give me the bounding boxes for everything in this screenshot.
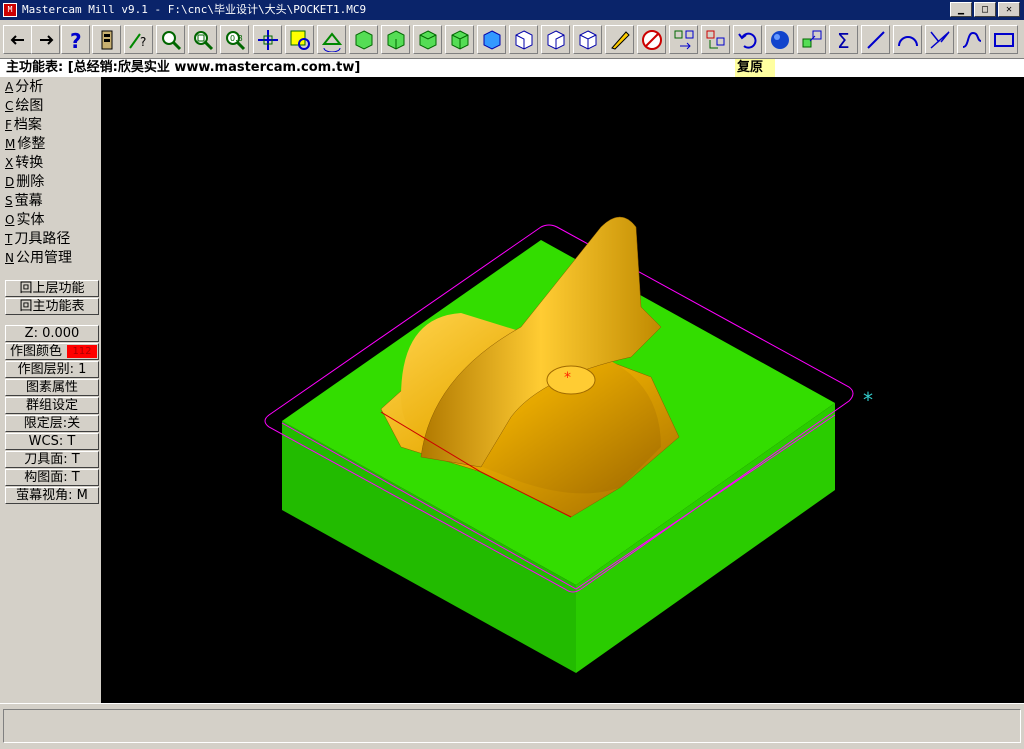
arc-icon[interactable] [893, 25, 922, 54]
no-draw-icon[interactable] [637, 25, 666, 54]
minimize-icon[interactable]: ▁ [950, 2, 972, 17]
forward-arrow-icon[interactable] [31, 25, 60, 54]
rotate-icon[interactable] [317, 25, 346, 54]
menu-item-toolpaths[interactable]: T 刀具路径 [5, 230, 70, 249]
gview-button[interactable]: 萤幕视角: M [5, 487, 99, 504]
view-iso-2-icon[interactable] [381, 25, 410, 54]
group-button[interactable]: 群组设定 [5, 397, 99, 414]
svg-text:?: ? [140, 35, 146, 49]
left-menu-panel: A 分析 C 绘图 F 档案 M 修整 X 转换 D 删除 S 萤幕 O 实体 T 刀具路径 N公… [0, 77, 102, 703]
spline-icon[interactable] [957, 25, 986, 54]
view-top-icon[interactable] [477, 25, 506, 54]
cplane-button[interactable]: 构图面: T [5, 469, 99, 486]
wcs-button[interactable]: WCS: T [5, 433, 99, 450]
back-arrow-icon[interactable] [3, 25, 32, 54]
app-icon: M [3, 3, 17, 17]
sphere-shade-icon[interactable] [765, 25, 794, 54]
zoom-fit-icon[interactable]: 0.8 [220, 25, 249, 54]
translate-icon[interactable] [701, 25, 730, 54]
view-iso-3-icon[interactable] [413, 25, 442, 54]
cyan-marker: * [863, 388, 873, 412]
svg-text:?: ? [70, 29, 82, 52]
menu-item-create[interactable]: C 绘图 [5, 97, 43, 116]
view-side-icon[interactable] [541, 25, 570, 54]
pan-icon[interactable] [253, 25, 282, 54]
sum-icon[interactable]: Σ [829, 25, 858, 54]
maximize-icon[interactable]: □ [974, 2, 996, 17]
mask-button[interactable]: 限定层:关 [5, 415, 99, 432]
eraser-icon[interactable] [605, 25, 634, 54]
analyze-query-icon[interactable]: ? [124, 25, 153, 54]
level-button[interactable]: 作图层别: 1 [5, 361, 99, 378]
title-bar: M Mastercam Mill v9.1 - F:\cnc\毕业设计\大头\P… [0, 0, 1024, 20]
menu-item-nc-utils[interactable]: N 公用管理 [5, 249, 72, 268]
model-view: * * [264, 216, 873, 673]
menu-item-solids[interactable]: O 实体 [5, 211, 44, 230]
back-menu-button[interactable]: 回上层功能 [5, 280, 99, 297]
color-swatch: 112 [67, 345, 97, 358]
close-icon[interactable]: ✕ [998, 2, 1020, 17]
line-icon[interactable] [861, 25, 890, 54]
attributes-button[interactable]: 图素属性 [5, 379, 99, 396]
zoom-unzoom-icon[interactable] [188, 25, 217, 54]
select-window-icon[interactable] [285, 25, 314, 54]
graphics-viewport[interactable]: * * [101, 77, 1024, 703]
memory-icon[interactable] [92, 25, 121, 54]
status-bar [0, 703, 1024, 749]
part-boss [546, 365, 596, 395]
view-iso-4-icon[interactable] [445, 25, 474, 54]
main-menu-button[interactable]: 回主功能表 [5, 298, 99, 315]
view-iso-1-icon[interactable] [349, 25, 378, 54]
origin-marker: * [564, 370, 571, 386]
window-controls: ▁ □ ✕ [950, 2, 1020, 17]
restore-button[interactable]: 复原 [735, 59, 775, 77]
undo-icon[interactable] [733, 25, 762, 54]
rectangle-icon[interactable] [989, 25, 1018, 54]
help-icon[interactable]: ? [61, 25, 90, 54]
view-front-icon[interactable] [509, 25, 538, 54]
main-menu-header: 主功能表: [总经销:欣昊实业 www.mastercam.com.tw] 复原 [0, 59, 1024, 78]
svg-text:0.8: 0.8 [230, 34, 243, 43]
menu-item-file[interactable]: F 档案 [5, 116, 42, 135]
zoom-window-icon[interactable] [156, 25, 185, 54]
main-menu-title: 主功能表: [总经销:欣昊实业 www.mastercam.com.tw] [6, 60, 361, 75]
move-icon[interactable] [669, 25, 698, 54]
color-button[interactable]: 作图颜色 112 [5, 343, 99, 360]
layer-icon[interactable] [797, 25, 826, 54]
window-title: Mastercam Mill v9.1 - F:\cnc\毕业设计\大头\POC… [22, 3, 367, 16]
menu-item-screen[interactable]: S 萤幕 [5, 192, 43, 211]
menu-item-delete[interactable]: D 删除 [5, 173, 44, 192]
z-depth-button[interactable]: Z: 0.000 [5, 325, 99, 342]
tplane-button[interactable]: 刀具面: T [5, 451, 99, 468]
menu-item-modify[interactable]: M 修整 [5, 135, 45, 154]
menu-item-xform[interactable]: X 转换 [5, 154, 43, 173]
fillet-icon[interactable] [925, 25, 954, 54]
view-iso-icon[interactable] [573, 25, 602, 54]
toolbar: ? ? 0.8 Σ [0, 22, 1024, 59]
svg-text:Σ: Σ [837, 29, 850, 52]
prompt-area [3, 709, 1021, 743]
menu-item-analyze[interactable]: A 分析 [5, 78, 43, 97]
